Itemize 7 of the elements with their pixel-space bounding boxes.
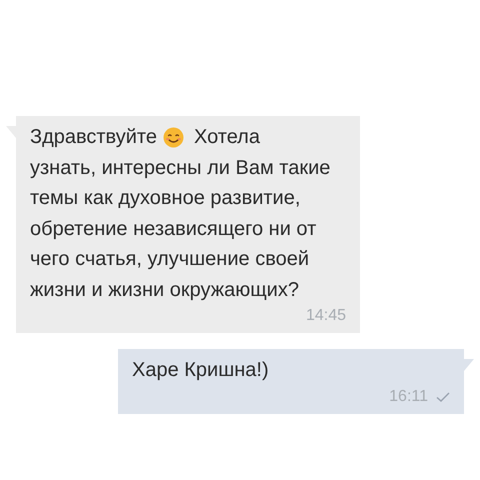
smiley-icon xyxy=(162,126,184,148)
message-time: 16:11 xyxy=(389,386,428,406)
message-time: 14:45 xyxy=(306,306,346,326)
message-text: Здравствуйте xyxy=(30,125,157,150)
message-text: узнать, интересны ли Вам такие темы как духовное развитие, обретение независящего ни от чего счатья, улучшение своей жизни и жизни окружающих? xyxy=(30,156,332,302)
message-text: Хотела xyxy=(194,125,260,150)
message-text: Харе Кришна!) xyxy=(132,358,269,383)
